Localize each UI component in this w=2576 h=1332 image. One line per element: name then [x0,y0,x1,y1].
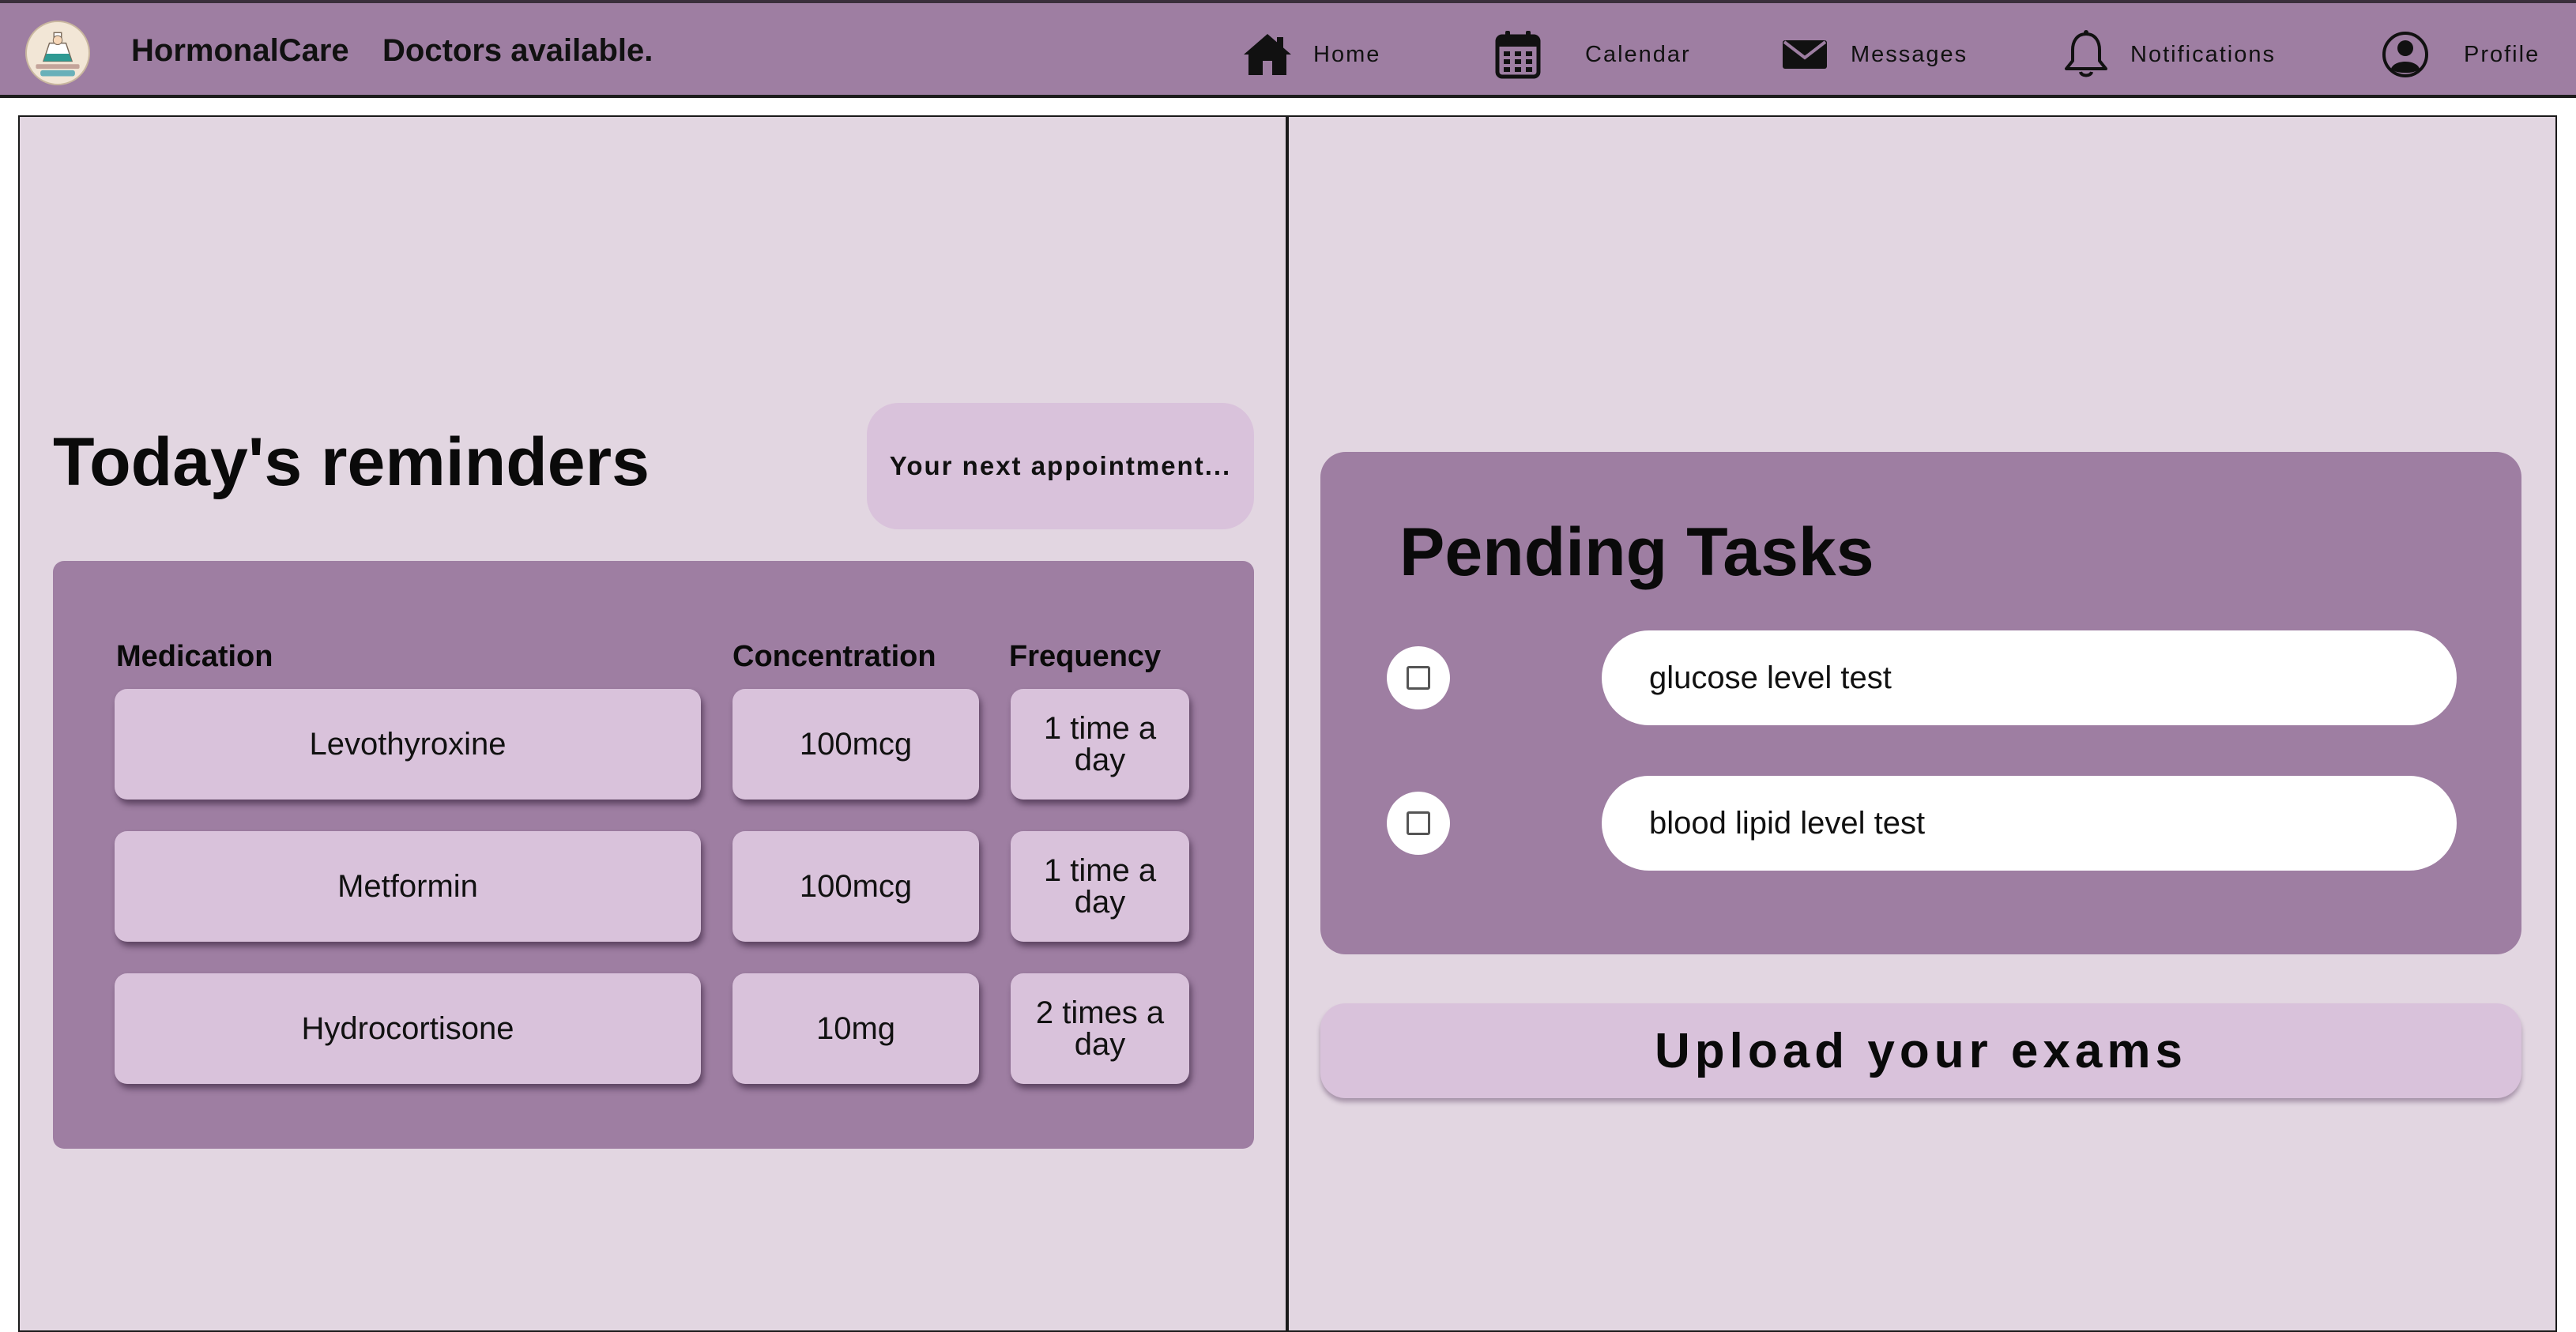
bell-icon [2065,30,2107,77]
next-appointment-button[interactable]: Your next appointment... [867,403,1254,529]
task-item[interactable]: glucose level test [1602,630,2457,725]
reminders-title: Today's reminders [53,424,650,500]
column-header-medication: Medication [116,640,273,673]
logo-flask-icon [27,22,89,84]
nav-notifications-label: Notifications [2130,41,2276,67]
medication-cell[interactable]: Metformin [115,831,701,942]
column-header-frequency: Frequency [1009,640,1162,673]
nav-profile-label: Profile [2464,41,2540,67]
top-nav-bar: HormonalCare Doctors available. Home Cal… [0,0,2576,98]
pending-tasks-title: Pending Tasks [1399,514,1874,590]
tasks-panel: Pending Tasks glucose level test blood l… [1287,115,2557,1332]
nav-profile[interactable]: Profile [2382,27,2540,82]
task-checkbox[interactable] [1387,792,1450,855]
home-icon [1244,34,1291,75]
column-header-concentration: Concentration [733,640,936,673]
nav-calendar[interactable]: Calendar [1495,27,1691,82]
medication-table: Medication Concentration Frequency Levot… [53,561,1254,1149]
task-checkbox[interactable] [1387,646,1450,709]
nav-messages[interactable]: Messages [1783,27,1968,82]
reminders-panel: Today's reminders Your next appointment.… [18,115,1287,1332]
concentration-cell[interactable]: 10mg [733,973,979,1084]
concentration-cell[interactable]: 100mcg [733,689,979,800]
nav-calendar-label: Calendar [1585,41,1691,67]
nav-home-label: Home [1313,41,1381,67]
concentration-cell[interactable]: 100mcg [733,831,979,942]
checkbox-square-icon [1407,666,1430,690]
frequency-cell[interactable]: 2 times a day [1011,973,1189,1084]
checkbox-square-icon [1407,811,1430,835]
medication-cell[interactable]: Hydrocortisone [115,973,701,1084]
calendar-icon [1495,31,1541,79]
nav-notifications[interactable]: Notifications [2062,27,2276,82]
hormonal-care-logo[interactable] [25,21,90,85]
frequency-cell[interactable]: 1 time a day [1011,689,1189,800]
user-circle-icon [2382,32,2428,77]
pending-tasks-card: Pending Tasks glucose level test blood l… [1320,452,2521,954]
nav-messages-label: Messages [1851,41,1968,67]
envelope-icon [1783,40,1827,69]
brand-name: HormonalCare [131,33,349,68]
upload-exams-button[interactable]: Upload your exams [1320,1003,2521,1098]
nav-home[interactable]: Home [1242,27,1380,82]
frequency-cell[interactable]: 1 time a day [1011,831,1189,942]
task-item[interactable]: blood lipid level test [1602,776,2457,871]
header-tagline: Doctors available. [382,33,653,68]
medication-cell[interactable]: Levothyroxine [115,689,701,800]
